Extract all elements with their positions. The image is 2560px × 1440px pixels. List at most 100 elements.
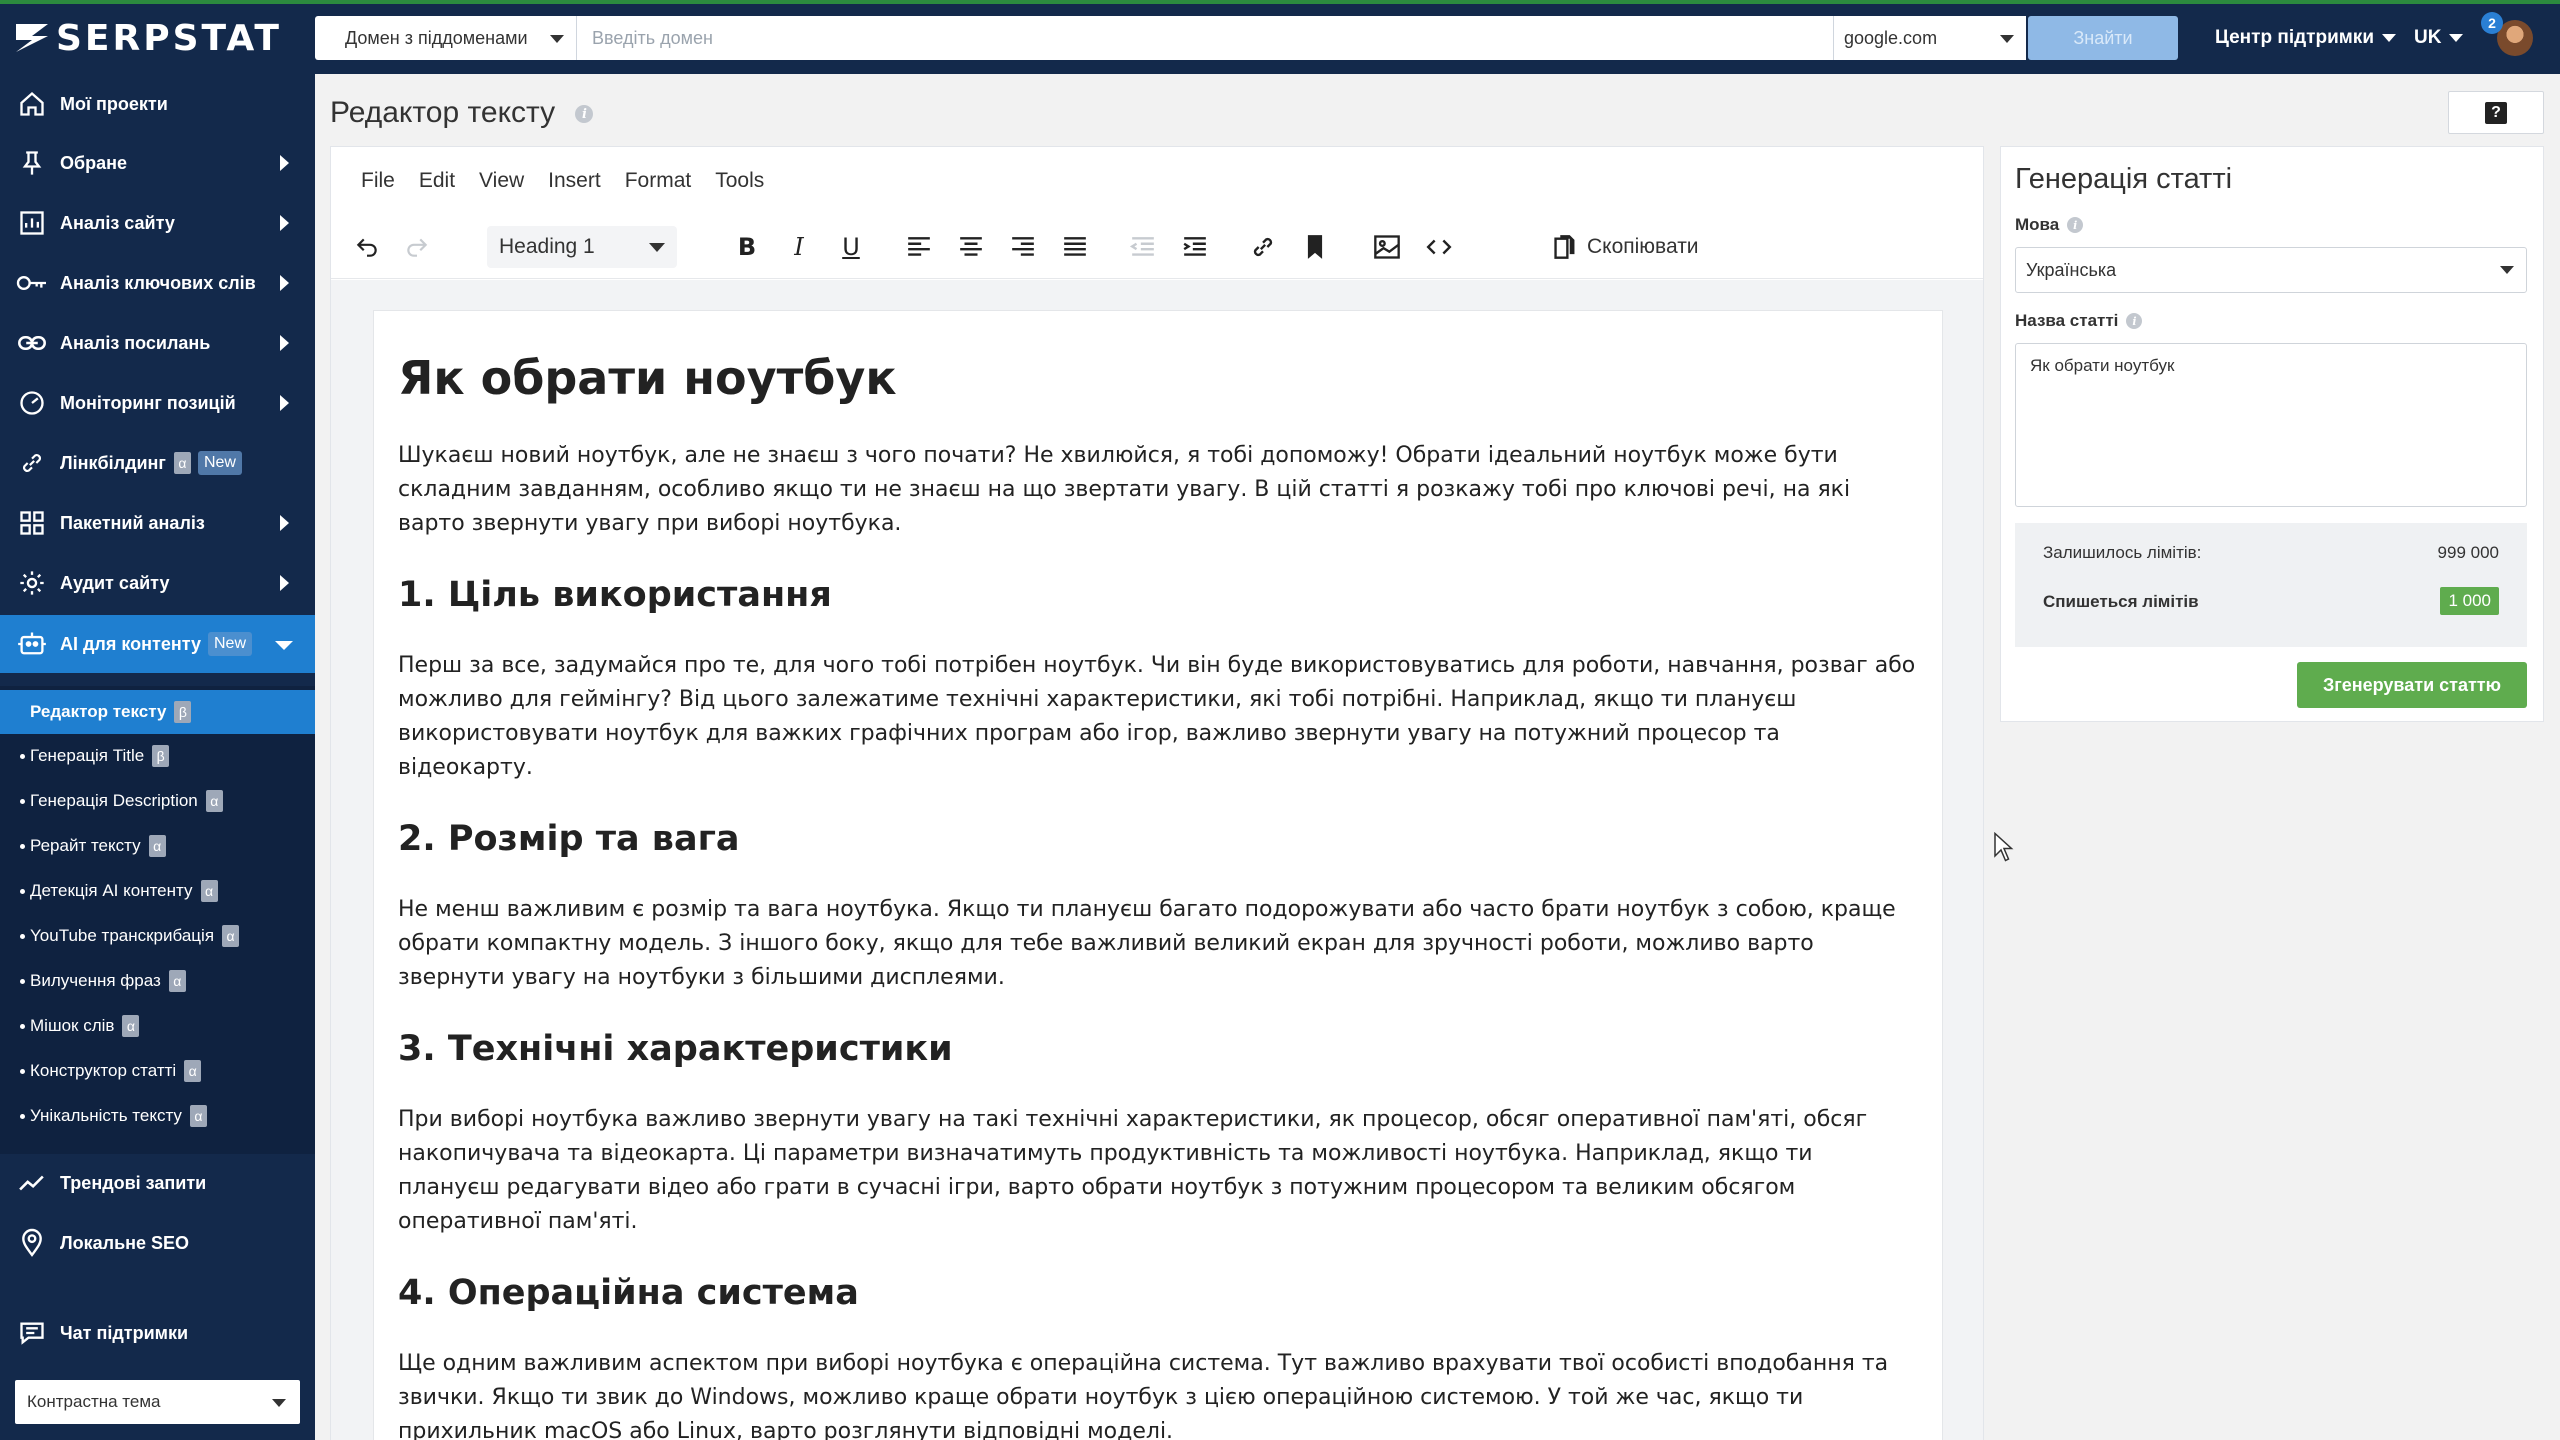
link-icon [14, 325, 50, 361]
submenu-item-article-builder[interactable]: Конструктор статті α [0, 1049, 315, 1093]
copy-label: Скопіювати [1587, 235, 1699, 258]
submenu-item-label: Генерація Title [30, 746, 145, 765]
italic-icon[interactable]: I [777, 225, 821, 269]
sidebar-item-trending-queries[interactable]: Трендові запити [0, 1155, 315, 1211]
sidebar-item-batch-analysis[interactable]: Пакетний аналіз [0, 495, 315, 551]
panel-title: Генерація статті [2015, 163, 2233, 195]
chevron-down-icon [2382, 34, 2396, 42]
domain-mode-value: Домен з піддоменами [345, 27, 528, 48]
menu-file[interactable]: File [361, 169, 395, 193]
location-icon [14, 1225, 50, 1261]
submenu-item-rewrite[interactable]: Рерайт тексту α [0, 824, 315, 868]
submenu-item-label: Рерайт тексту [30, 836, 141, 855]
submenu-item-label: Мішок слів [30, 1016, 115, 1035]
sidebar-item-site-audit[interactable]: Аудит сайту [0, 555, 315, 611]
alpha-tag: α [189, 1105, 207, 1127]
submenu-item-title-generation[interactable]: Генерація Title β [0, 734, 315, 778]
submenu-item-label: Унікальність тексту [30, 1106, 182, 1125]
align-left-icon[interactable] [897, 225, 941, 269]
top-accent-strip [0, 0, 2560, 4]
alpha-tag: α [222, 925, 240, 947]
menu-tools[interactable]: Tools [715, 169, 764, 193]
submenu-item-phrase-extraction[interactable]: Вилучення фраз α [0, 959, 315, 1003]
info-icon[interactable]: i [575, 105, 594, 124]
chain-icon [14, 445, 50, 481]
pin-icon [14, 145, 50, 181]
submenu-item-label: Редактор тексту [30, 702, 167, 721]
serpstat-logo[interactable]: SERPSTAT [14, 17, 282, 59]
link-icon[interactable] [1241, 225, 1285, 269]
sidebar-item-local-seo[interactable]: Локальне SEO [0, 1215, 315, 1271]
notification-badge[interactable]: 2 [2481, 12, 2503, 34]
bookmark-icon[interactable] [1293, 225, 1337, 269]
domain-search-input[interactable] [577, 16, 1833, 60]
text-editor: File Edit View Insert Format Tools Headi… [330, 146, 1984, 1440]
search-engine-value: google.com [1844, 27, 1938, 48]
ai-content-submenu: Редактор тексту β Генерація Title β Гене… [0, 686, 315, 1154]
bold-icon[interactable]: B [725, 225, 769, 269]
submenu-item-ai-detection[interactable]: Детекція AI контенту α [0, 869, 315, 913]
align-right-icon[interactable] [1001, 225, 1045, 269]
info-icon[interactable]: i [2067, 217, 2084, 233]
search-engine-select[interactable]: google.com [1833, 16, 2026, 60]
sidebar-item-label: Аналіз посилань [60, 332, 211, 353]
sidebar-item-rank-tracking[interactable]: Моніторинг позицій [0, 375, 315, 431]
submenu-item-bag-of-words[interactable]: Мішок слів α [0, 1004, 315, 1048]
doc-paragraph: Перш за все, задумайся про те, для чого … [398, 653, 1916, 780]
align-center-icon[interactable] [949, 225, 993, 269]
block-format-select[interactable]: Heading 1 [487, 226, 677, 268]
theme-select[interactable]: Контрастна тема [15, 1380, 300, 1424]
support-center-menu[interactable]: Центр підтримки [2215, 16, 2396, 60]
doc-heading-2: 1. Ціль використання [398, 575, 832, 615]
code-icon[interactable] [1417, 225, 1461, 269]
submenu-item-youtube-transcription[interactable]: YouTube транскрибація α [0, 914, 315, 958]
submenu-item-text-editor[interactable]: Редактор тексту β [0, 690, 315, 734]
sidebar-item-linkbuilding[interactable]: Лінкбілдинг α New [0, 435, 315, 491]
chevron-right-icon [280, 155, 289, 171]
underline-icon[interactable]: U [829, 225, 873, 269]
menu-format[interactable]: Format [625, 169, 692, 193]
language-menu[interactable]: UK [2414, 16, 2464, 60]
submenu-item-description-generation[interactable]: Генерація Description α [0, 779, 315, 823]
doc-heading-2: 4. Операційна система [398, 1273, 859, 1313]
copy-button[interactable]: Скопіювати [1553, 225, 1699, 269]
submenu-item-uniqueness[interactable]: Унікальність тексту α [0, 1094, 315, 1138]
generate-article-button[interactable]: Згенерувати статтю [2297, 662, 2527, 708]
sidebar-item-link-analysis[interactable]: Аналіз посилань [0, 315, 315, 371]
limits-charge-label: Спишеться лімітів [2043, 592, 2199, 611]
align-justify-icon[interactable] [1053, 225, 1097, 269]
sidebar-item-ai-content[interactable]: AI для контенту New [0, 615, 315, 673]
domain-mode-select[interactable]: Домен з піддоменами [315, 16, 577, 60]
limits-charge-value: 1 000 [2440, 587, 2499, 615]
doc-paragraph: При виборі ноутбука важливо звернути ува… [398, 1107, 1868, 1234]
page-title-text: Редактор тексту [330, 96, 556, 129]
info-icon[interactable]: i [2126, 313, 2143, 329]
limits-left-value: 999 000 [2437, 543, 2499, 562]
article-name-label: Назва статті i [2015, 311, 2143, 331]
menu-insert[interactable]: Insert [548, 169, 601, 193]
bullet-icon [20, 1113, 25, 1119]
outdent-icon[interactable] [1121, 225, 1165, 269]
document-page[interactable]: Як обрати ноутбук Шукаєш новий ноутбук, … [373, 310, 1943, 1440]
menu-view[interactable]: View [479, 169, 524, 193]
find-button[interactable]: Знайти [2028, 16, 2178, 60]
sidebar-item-support-chat[interactable]: Чат підтримки [0, 1305, 315, 1361]
bullet-icon [20, 888, 25, 894]
gear-icon [14, 565, 50, 601]
sidebar-item-favorites[interactable]: Обране [0, 135, 315, 191]
sidebar-item-my-projects[interactable]: Мої проекти [0, 76, 315, 132]
menu-edit[interactable]: Edit [419, 169, 455, 193]
language-label: UK [2414, 27, 2442, 48]
bullet-icon [20, 753, 25, 759]
help-button[interactable]: ? [2448, 91, 2544, 134]
sidebar-item-site-analysis[interactable]: Аналіз сайту [0, 195, 315, 251]
redo-icon[interactable] [395, 225, 439, 269]
image-icon[interactable] [1365, 225, 1409, 269]
editor-menubar: File Edit View Insert Format Tools [331, 147, 1983, 215]
language-select[interactable]: Українська [2015, 247, 2527, 293]
undo-icon[interactable] [345, 225, 389, 269]
article-name-textarea[interactable]: Як обрати ноутбук [2015, 343, 2527, 507]
indent-icon[interactable] [1173, 225, 1217, 269]
sidebar-item-keyword-analysis[interactable]: Аналіз ключових слів [0, 255, 315, 311]
logo-text: SERPSTAT [56, 17, 282, 59]
